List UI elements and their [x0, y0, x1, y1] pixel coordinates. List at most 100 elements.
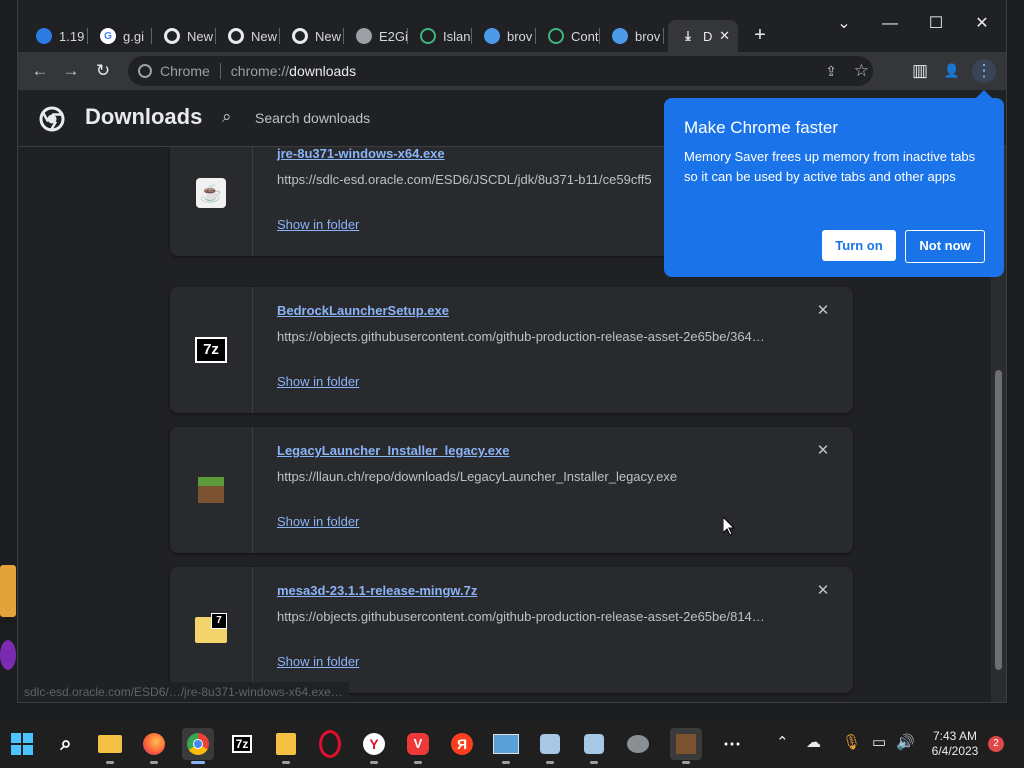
profile-button[interactable]: 👤 [940, 59, 964, 83]
java-icon: ☕ [196, 178, 226, 208]
mouse-cursor-icon [723, 517, 735, 536]
vivaldi-icon[interactable]: V [402, 728, 434, 764]
google-icon: G [100, 28, 116, 44]
new-tab-button[interactable]: + [750, 24, 770, 47]
maximize-button[interactable]: ☐ [926, 14, 946, 34]
close-tab-icon[interactable]: ✕ [719, 28, 730, 44]
app-icon-2[interactable] [578, 728, 610, 764]
desktop-icon[interactable] [0, 565, 16, 617]
show-in-folder-link[interactable]: Show in folder [277, 654, 359, 669]
file-name-link[interactable]: BedrockLauncherSetup.exe [277, 303, 449, 318]
tab[interactable]: Islan [408, 20, 472, 52]
globe-icon [356, 28, 372, 44]
tab[interactable]: brov [600, 20, 664, 52]
chrome-logo-icon [39, 106, 65, 132]
app-icon[interactable] [534, 728, 566, 764]
start-icon[interactable] [6, 728, 38, 760]
remove-from-list-button[interactable]: ✕ [813, 581, 833, 601]
clock-date: 6/4/2023 [931, 744, 979, 758]
page-title: Downloads [85, 104, 203, 129]
minimize-button[interactable]: — [880, 14, 900, 34]
overflow-icon[interactable]: ⋯ [716, 728, 748, 760]
grass-block-icon [198, 477, 224, 503]
show-in-folder-link[interactable]: Show in folder [277, 217, 359, 232]
opera-icon[interactable] [314, 728, 346, 760]
tab[interactable]: Cont [536, 20, 600, 52]
7zip-icon[interactable]: 7z [226, 728, 258, 760]
minecraft-icon[interactable] [670, 728, 702, 764]
green-circle-icon [548, 28, 564, 44]
menu-button[interactable]: ⋮ [972, 59, 996, 83]
download-item: LegacyLauncher_Installer_legacy.exe http… [170, 427, 853, 553]
clock-time: 7:43 AM [932, 729, 978, 743]
remove-from-list-button[interactable]: ✕ [813, 441, 833, 461]
status-bubble: sdlc-esd.oracle.com/ESD6/…/jre-8u371-win… [18, 682, 349, 702]
chrome-icon [228, 28, 244, 44]
show-in-folder-link[interactable]: Show in folder [277, 514, 359, 529]
monitor-icon[interactable] [490, 728, 522, 764]
firefox-icon[interactable] [138, 728, 170, 764]
yandex-browser-icon[interactable]: Я [446, 728, 478, 760]
notification-badge[interactable]: 2 [988, 736, 1004, 752]
7z-folder-icon: 7 [195, 613, 227, 643]
side-panel-button[interactable]: ▥ [908, 59, 932, 83]
onedrive-icon[interactable]: ☁ [806, 733, 821, 751]
reload-button[interactable]: ↻ [91, 59, 115, 83]
search-input[interactable] [218, 100, 677, 136]
source-url: https://llaun.ch/repo/downloads/LegacyLa… [277, 469, 678, 484]
share-icon[interactable]: ⇪ [825, 63, 837, 80]
desktop-icon[interactable] [0, 640, 16, 670]
tab[interactable]: brov [472, 20, 536, 52]
tab-strip: 1.19 G g.gi New New New E2Gi Islan brov [18, 0, 1006, 52]
tab[interactable]: E2Gi [344, 20, 408, 52]
download-item: 7 mesa3d-23.1.1-release-mingw.7z https:/… [170, 567, 853, 693]
remove-from-list-button[interactable]: ✕ [813, 301, 833, 321]
file-name-link[interactable]: LegacyLauncher_Installer_legacy.exe [277, 443, 509, 458]
tab[interactable]: New [152, 20, 216, 52]
bookmark-star-icon[interactable]: ☆ [854, 61, 869, 81]
chrome-icon[interactable] [182, 728, 214, 764]
site-chip: Chrome [160, 63, 210, 79]
file-explorer-icon[interactable] [94, 728, 126, 764]
forward-button[interactable]: → [59, 59, 83, 83]
file-name-link[interactable]: jre-8u371-windows-x64.exe [277, 146, 445, 161]
close-button[interactable]: ✕ [972, 14, 992, 34]
address-bar[interactable]: Chrome chrome:// downloads ⇪ ☆ [128, 56, 873, 86]
earth-icon [36, 28, 52, 44]
chrome-icon [292, 28, 308, 44]
chrome-icon [138, 64, 152, 78]
toolbar: ← → ↻ Chrome chrome:// downloads ⇪ ☆ ▥ 👤… [18, 52, 1006, 90]
url-path: downloads [289, 63, 357, 79]
edge-icon [484, 28, 500, 44]
clock[interactable]: 7:43 AM 6/4/2023 [924, 729, 986, 759]
source-url: https://objects.githubusercontent.com/gi… [277, 329, 765, 344]
tab[interactable]: New [216, 20, 280, 52]
scrollbar-thumb[interactable] [995, 370, 1002, 670]
tab[interactable]: 1.19 [24, 20, 88, 52]
turn-on-button[interactable]: Turn on [822, 230, 896, 261]
memory-saver-bubble: Make Chrome faster Memory Saver frees up… [664, 90, 1004, 277]
raccoon-icon[interactable] [622, 728, 654, 760]
7zip-icon: 7z [195, 337, 227, 363]
network-icon[interactable]: ▭ [872, 733, 886, 751]
chevron-up-icon[interactable]: ⌃ [776, 733, 789, 751]
tab[interactable]: G g.gi [88, 20, 152, 52]
tab[interactable]: New [280, 20, 344, 52]
microphone-icon[interactable]: 🎙 [842, 733, 861, 751]
taskbar: ⌕ 7z Y V Я ⋯ ⌃ ☁ 🎙 ▭ 🔊 7:43 AM 6/4/2023 [0, 720, 1024, 768]
file-name-link[interactable]: mesa3d-23.1.1-release-mingw.7z [277, 583, 477, 598]
back-button[interactable]: ← [28, 59, 52, 83]
yandex-icon[interactable]: Y [358, 728, 390, 764]
download-icon: ⤓ [685, 28, 691, 43]
files-icon[interactable] [270, 728, 302, 764]
bubble-title: Make Chrome faster [684, 118, 838, 137]
source-url: https://objects.githubusercontent.com/gi… [277, 609, 765, 624]
show-in-folder-link[interactable]: Show in folder [277, 374, 359, 389]
green-circle-icon [420, 28, 436, 44]
search-icon[interactable]: ⌕ [50, 728, 82, 760]
not-now-button[interactable]: Not now [905, 230, 985, 263]
edge-icon [612, 28, 628, 44]
volume-icon[interactable]: 🔊 [896, 733, 915, 751]
tab-active[interactable]: ⤓ D ✕ [668, 20, 738, 52]
tab-search-icon[interactable]: ⌄ [834, 14, 854, 34]
